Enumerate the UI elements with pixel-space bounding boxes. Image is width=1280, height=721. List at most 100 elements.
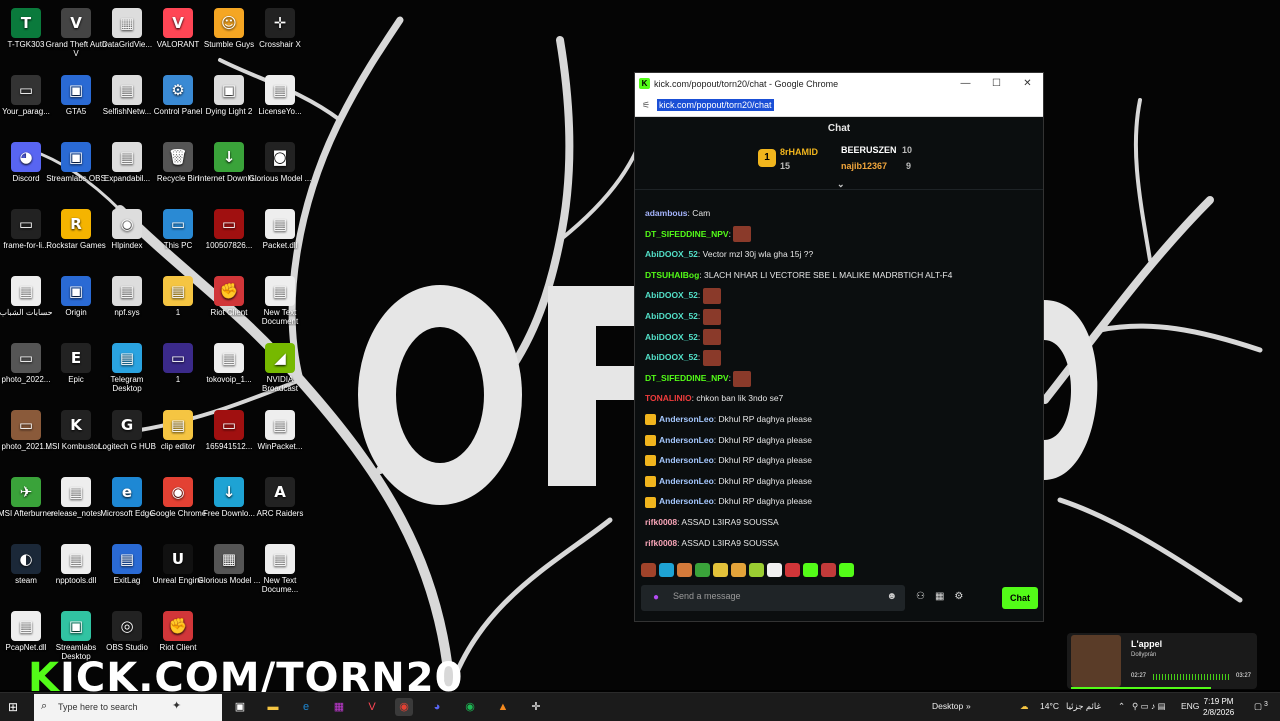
desktop-icon-label: ARC Raiders	[256, 509, 304, 518]
quick-emote-icon[interactable]	[713, 563, 728, 577]
url-text[interactable]: kick.com/popout/torn20/chat	[657, 99, 774, 111]
chat-message[interactable]: AbiDOOX_52:	[645, 308, 721, 325]
chat-username[interactable]: AndersonLeo	[659, 496, 714, 506]
chat-username[interactable]: DTSUHAIBog	[645, 270, 699, 280]
quick-emote-icon[interactable]	[659, 563, 674, 577]
chat-username[interactable]: rifk0008	[645, 517, 677, 527]
chat-username[interactable]: AbiDOOX_52	[645, 290, 698, 300]
emoji-picker-icon[interactable]: ☻	[886, 591, 897, 602]
site-settings-icon[interactable]: ⚟	[635, 100, 657, 111]
send-chat-button[interactable]: Chat	[1002, 587, 1038, 609]
chat-username[interactable]: AndersonLeo	[659, 435, 714, 445]
chat-message[interactable]: rifk0008: ASSAD L3IRA9 SOUSSA	[645, 535, 779, 551]
chat-message[interactable]: adambous: Cam	[645, 205, 710, 221]
chat-message[interactable]: DT_SIFEDDINE_NPV:	[645, 226, 752, 243]
quick-emote-icon[interactable]	[641, 563, 656, 577]
app-taskbar-icon[interactable]: ▲	[494, 698, 512, 716]
leader-second-name[interactable]: BEERUSZEN	[841, 145, 897, 155]
chat-username[interactable]: AbiDOOX_52	[645, 311, 698, 321]
chat-message[interactable]: AndersonLeo: Dkhul RP daghya please	[645, 432, 812, 448]
window-titlebar[interactable]: K kick.com/popout/torn20/chat - Google C…	[635, 73, 1043, 94]
quick-emote-icon[interactable]	[749, 563, 764, 577]
chat-message[interactable]: rifk0008: ASSAD L3IRA9 SOUSSA	[645, 514, 779, 530]
tray-overflow-icon[interactable]: ⌃	[1118, 701, 1125, 712]
weather-description[interactable]: غائم جزئيا	[1066, 701, 1101, 712]
chat-message[interactable]: AndersonLeo: Dkhul RP daghya please	[645, 493, 812, 509]
chat-message-list[interactable]: adambous: Cam DT_SIFEDDINE_NPV: AbiDOOX_5…	[635, 192, 1035, 564]
quick-emote-icon[interactable]	[695, 563, 710, 577]
desktop-icon[interactable]: ▤ Packet.dll	[248, 205, 312, 269]
spotify-taskbar-icon[interactable]: ◉	[461, 698, 479, 716]
desktop-icon[interactable]: A ARC Raiders	[248, 473, 312, 537]
task-view-icon[interactable]: ▣	[231, 698, 249, 716]
chat-message[interactable]: AbiDOOX_52:	[645, 287, 721, 305]
chat-username[interactable]: AndersonLeo	[659, 476, 714, 486]
chat-message[interactable]: TONALINIO: chkon ban lik 3ndo se7	[645, 390, 783, 406]
chat-username[interactable]: DT_SIFEDDINE_NPV	[645, 373, 729, 383]
leader-first-name[interactable]: 8rHAMID	[780, 147, 818, 157]
desktop-icon[interactable]: ▤ WinPacket...	[248, 406, 312, 470]
desktop-icon[interactable]: ✛ Crosshair X	[248, 4, 312, 68]
file-explorer-icon[interactable]: ▬	[264, 698, 282, 716]
notification-icon[interactable]: ▢	[1254, 701, 1262, 712]
weather-temp[interactable]: 14°C	[1040, 701, 1059, 711]
toolbar-chevron[interactable]: »	[966, 701, 971, 711]
desktop-icon[interactable]: ◙ Glorious Model ...	[248, 138, 312, 202]
users-icon[interactable]: ⚇	[916, 591, 925, 602]
settings-gear-icon[interactable]: ⚙	[954, 591, 963, 602]
chat-username[interactable]: AndersonLeo	[659, 455, 714, 465]
track-progress-bar[interactable]	[1071, 687, 1211, 689]
maximize-button[interactable]: ☐	[981, 78, 1012, 89]
leader-third-name[interactable]: najib12367	[841, 161, 887, 171]
desktop-icon[interactable]: ▤ LicenseYo...	[248, 71, 312, 135]
subscriber-badge-icon	[645, 434, 656, 446]
quick-emote-icon[interactable]	[839, 563, 854, 577]
weather-icon[interactable]: ☁	[1020, 701, 1029, 712]
chat-message[interactable]: DTSUHAIBog: 3LACH NHAR LI VECTORE SBE L …	[645, 267, 952, 283]
chat-username[interactable]: DT_SIFEDDINE_NPV	[645, 229, 729, 239]
store-icon[interactable]: ▦	[935, 591, 944, 602]
chat-message[interactable]: DT_SIFEDDINE_NPV:	[645, 370, 752, 387]
microphone-icon[interactable]: ●	[653, 592, 659, 603]
quick-emote-icon[interactable]	[785, 563, 800, 577]
chat-username[interactable]: AndersonLeo	[659, 414, 714, 424]
chat-username[interactable]: AbiDOOX_52	[645, 352, 698, 362]
desktop-icon[interactable]: ◢ NVIDIA Broadcast	[248, 339, 312, 403]
language-indicator[interactable]: ENG	[1181, 701, 1199, 711]
close-button[interactable]: ✕	[1012, 78, 1043, 89]
windows-start-icon[interactable]: ⊞	[8, 700, 18, 714]
discord-taskbar-icon[interactable]: ◕	[428, 698, 446, 716]
quick-emote-icon[interactable]	[821, 563, 836, 577]
chat-username[interactable]: rifk0008	[645, 538, 677, 548]
tray-app-icons[interactable]: ⚲ ▭ ♪ ▤	[1132, 701, 1166, 712]
quick-emote-icon[interactable]	[767, 563, 782, 577]
valorant-taskbar-icon[interactable]: V	[363, 698, 381, 716]
desktop-icon[interactable]: ▤ New Text Document	[248, 272, 312, 336]
desktop-toolbar-label[interactable]: Desktop	[932, 701, 963, 711]
crosshair-taskbar-icon[interactable]: ✛	[527, 698, 545, 716]
chat-message[interactable]: AbiDOOX_52: Vector mzl 30j wla gha 15j ?…	[645, 246, 813, 262]
quick-emote-icon[interactable]	[803, 563, 818, 577]
chrome-taskbar-icon[interactable]: ◉	[395, 698, 413, 716]
chat-message[interactable]: AndersonLeo: Dkhul RP daghya please	[645, 473, 812, 489]
chat-message[interactable]: AndersonLeo: Dkhul RP daghya please	[645, 411, 812, 427]
edge-taskbar-icon[interactable]: e	[297, 698, 315, 716]
chat-input[interactable]: ● Send a message ☻	[641, 585, 905, 611]
chat-username[interactable]: adambous	[645, 208, 688, 218]
chat-message[interactable]: AndersonLeo: Dkhul RP daghya please	[645, 452, 812, 468]
taskbar-search-box[interactable]: ⌕ Type here to search ✦	[34, 694, 222, 721]
desktop-icon[interactable]: ▤ New Text Docume...	[248, 540, 312, 604]
quick-emote-icon[interactable]	[731, 563, 746, 577]
chat-username[interactable]: AbiDOOX_52	[645, 332, 698, 342]
chat-message[interactable]: AbiDOOX_52:	[645, 349, 721, 366]
address-bar[interactable]: ⚟ kick.com/popout/torn20/chat	[635, 94, 1043, 117]
chat-message[interactable]: AbiDOOX_52:	[645, 329, 721, 346]
quick-emote-icon[interactable]	[677, 563, 692, 577]
chat-username[interactable]: TONALINIO	[645, 393, 692, 403]
taskbar-clock[interactable]: 7:19 PM 2/8/2026	[1203, 696, 1234, 718]
store-taskbar-icon[interactable]: ▦	[330, 698, 348, 716]
expand-pin-icon[interactable]: ⌄	[837, 179, 845, 190]
minimize-button[interactable]: —	[950, 78, 981, 89]
media-player-flyout[interactable]: L'appel Dollyprán 02:27 03:27	[1067, 633, 1257, 689]
chat-username[interactable]: AbiDOOX_52	[645, 249, 698, 259]
